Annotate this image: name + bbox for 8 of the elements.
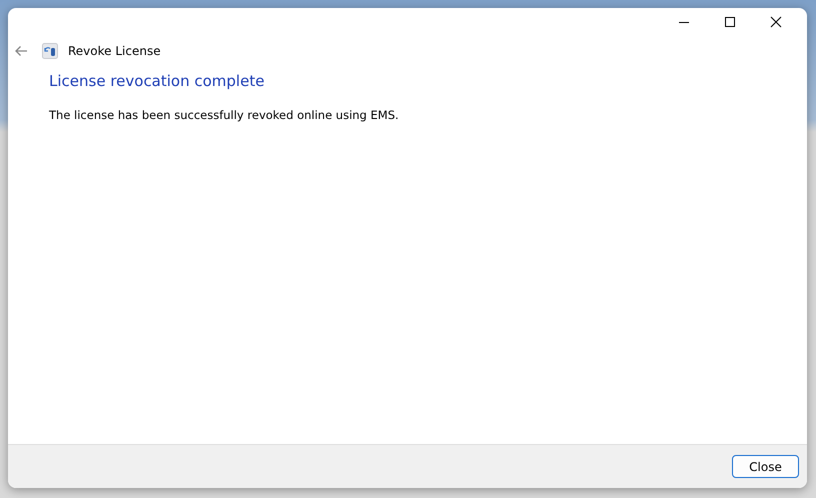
status-message: The license has been successfully revoked online using EMS.	[49, 107, 400, 124]
window-title: Revoke License	[68, 42, 161, 60]
back-icon[interactable]	[14, 44, 28, 56]
close-icon	[770, 16, 782, 28]
maximize-icon	[724, 16, 736, 28]
app-icon	[42, 42, 58, 58]
page-heading: License revocation complete	[49, 72, 266, 90]
close-dialog-button[interactable]: Close	[732, 455, 799, 478]
